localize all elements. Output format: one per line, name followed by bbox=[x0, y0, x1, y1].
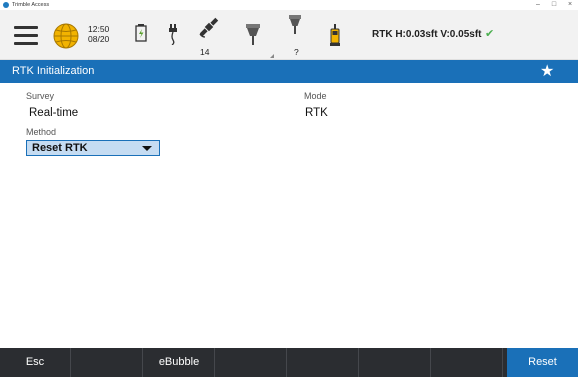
method-dropdown[interactable]: Reset RTK bbox=[26, 140, 160, 156]
window-title: Trimble Access bbox=[12, 2, 50, 8]
date-text: 08/20 bbox=[88, 34, 110, 44]
globe-icon[interactable] bbox=[52, 22, 80, 50]
battery-icon[interactable] bbox=[124, 10, 158, 59]
gnss-receiver-icon[interactable] bbox=[236, 10, 274, 59]
ebubble-button[interactable]: eBubble bbox=[144, 348, 215, 377]
mode-label: Mode bbox=[304, 91, 327, 101]
reset-button[interactable]: Reset bbox=[507, 348, 578, 377]
check-icon: ✔ bbox=[485, 28, 495, 40]
close-button[interactable]: × bbox=[563, 0, 577, 10]
window-title-bar: Trimble Access – □ × bbox=[0, 0, 578, 10]
softkey-empty-4 bbox=[216, 348, 287, 377]
status-toolbar: 12:50 08/20 14 ? RTK H:0.03sft V:0.05sft… bbox=[0, 10, 578, 60]
survey-label: Survey bbox=[26, 91, 55, 101]
method-selected-value: Reset RTK bbox=[32, 142, 88, 154]
satellite-count: 14 bbox=[200, 47, 210, 57]
method-label: Method bbox=[26, 127, 57, 137]
esc-button[interactable]: Esc bbox=[0, 348, 71, 377]
mode-value: RTK bbox=[305, 107, 328, 119]
cable-icon[interactable] bbox=[156, 10, 190, 59]
rtk-precision-status[interactable]: RTK H:0.03sft V:0.05sft bbox=[372, 29, 481, 40]
softkey-empty-2 bbox=[72, 348, 143, 377]
time-text: 12:50 bbox=[88, 24, 110, 34]
chevron-down-icon bbox=[142, 146, 152, 151]
restore-button[interactable]: □ bbox=[547, 0, 561, 10]
survey-value: Real-time bbox=[29, 107, 79, 119]
app-logo-icon bbox=[3, 2, 9, 8]
softkey-empty-5 bbox=[288, 348, 359, 377]
star-icon[interactable]: ★ bbox=[540, 60, 554, 83]
softkey-bar: Esc eBubble Reset bbox=[0, 348, 578, 377]
menu-icon[interactable] bbox=[14, 26, 38, 45]
page-header: RTK Initialization ★ bbox=[0, 60, 578, 83]
controller-icon[interactable] bbox=[318, 10, 352, 59]
minimize-button[interactable]: – bbox=[531, 0, 545, 10]
softkey-empty-6 bbox=[360, 348, 431, 377]
page-title: RTK Initialization bbox=[12, 65, 95, 77]
receiver-unknown-text: ? bbox=[294, 47, 299, 57]
softkey-empty-7 bbox=[432, 348, 503, 377]
